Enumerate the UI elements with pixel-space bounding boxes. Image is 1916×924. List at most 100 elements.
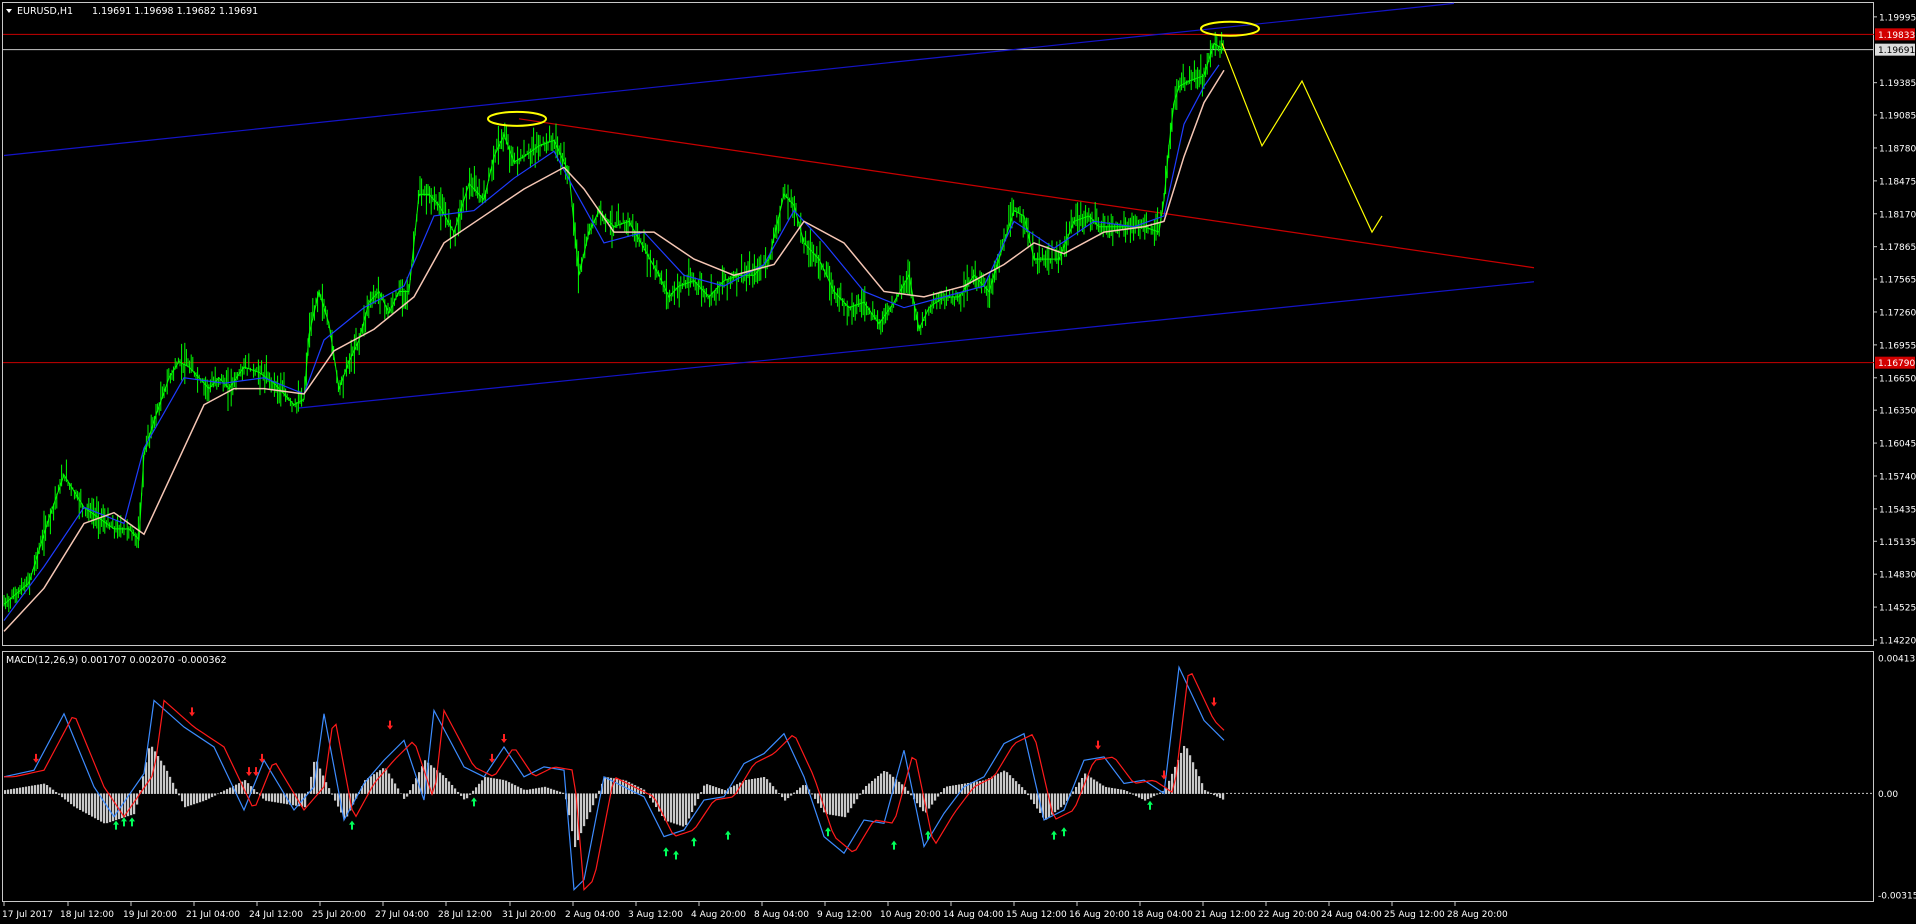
macd-histogram-bar	[451, 784, 454, 794]
macd-histogram-bar	[550, 788, 553, 794]
level-tag-label: 1.19691	[1878, 46, 1915, 56]
macd-histogram-bar	[814, 793, 817, 799]
price-tick-label: 1.16650	[1879, 374, 1916, 384]
macd-histogram-bar	[55, 791, 58, 794]
time-tick-label: 24 Aug 04:00	[1321, 910, 1382, 920]
macd-histogram-bar	[976, 781, 979, 794]
macd-histogram-bar	[22, 787, 25, 794]
macd-histogram-bar	[1204, 790, 1207, 794]
macd-histogram-bar	[766, 779, 769, 794]
price-tick-label: 1.14830	[1879, 571, 1916, 581]
macd-label: MACD(12,26,9) 0.001707 0.002070 -0.00036…	[6, 655, 227, 666]
macd-histogram-bar	[493, 778, 496, 794]
macd-histogram-bar	[715, 787, 718, 794]
macd-histogram-bar	[502, 779, 505, 794]
macd-histogram-bar	[1057, 793, 1060, 810]
macd-histogram-bar	[856, 793, 859, 800]
macd-histogram-bar	[748, 779, 751, 794]
macd-histogram-bar	[580, 793, 583, 834]
time-tick-label: 18 Aug 04:00	[1132, 910, 1193, 920]
macd-histogram-bar	[1072, 791, 1075, 794]
macd-histogram-bar	[760, 777, 763, 794]
macd-histogram-bar	[850, 793, 853, 809]
macd-histogram-bar	[706, 784, 709, 794]
macd-histogram-bar	[448, 781, 451, 794]
macd-histogram-bar	[754, 778, 757, 794]
macd-histogram-bar	[871, 780, 874, 794]
macd-histogram-bar	[406, 793, 409, 797]
time-tick-label: 27 Jul 04:00	[375, 910, 429, 920]
macd-histogram-bar	[733, 785, 736, 794]
macd-histogram-bar	[1024, 790, 1027, 794]
macd-histogram-bar	[1201, 783, 1204, 794]
macd-histogram-bar	[784, 793, 787, 801]
macd-histogram-bar	[166, 770, 169, 794]
macd-tick-label: -0.003151	[1878, 892, 1916, 902]
macd-histogram-bar	[991, 776, 994, 794]
macd-histogram-bar	[1030, 793, 1033, 800]
macd-histogram-bar	[793, 792, 796, 794]
price-tick-label: 1.19385	[1879, 79, 1916, 89]
macd-histogram-bar	[25, 786, 28, 794]
macd-histogram-bar	[1021, 787, 1024, 794]
time-tick-label: 21 Jul 04:00	[186, 910, 240, 920]
macd-histogram-bar	[1219, 793, 1222, 799]
macd-histogram-bar	[388, 773, 391, 794]
macd-histogram-bar	[730, 787, 733, 794]
macd-histogram-bar	[1198, 776, 1201, 794]
macd-histogram-bar	[946, 786, 949, 794]
time-tick-label: 25 Jul 20:00	[312, 910, 366, 920]
macd-histogram-bar	[928, 793, 931, 809]
macd-histogram-bar	[997, 773, 1000, 794]
macd-histogram-bar	[184, 793, 187, 808]
macd-histogram-bar	[412, 784, 415, 794]
macd-histogram-bar	[403, 793, 406, 799]
macd-histogram-bar	[1120, 789, 1123, 794]
macd-histogram-bar	[169, 776, 172, 794]
time-tick-label: 14 Aug 04:00	[943, 910, 1004, 920]
macd-histogram-bar	[1156, 793, 1159, 795]
time-tick-label: 2 Aug 04:00	[565, 910, 620, 920]
macd-histogram-bar	[1126, 791, 1129, 794]
macd-histogram-bar	[1102, 785, 1105, 794]
macd-histogram-bar	[196, 793, 199, 804]
macd-histogram-bar	[325, 782, 328, 794]
macd-histogram-bar	[61, 793, 64, 798]
macd-histogram-bar	[886, 771, 889, 794]
macd-histogram-bar	[7, 789, 10, 794]
macd-histogram-bar	[679, 793, 682, 826]
macd-histogram-bar	[1009, 775, 1012, 794]
macd-histogram-bar	[1003, 770, 1006, 794]
macd-histogram-bar	[868, 783, 871, 794]
macd-histogram-bar	[118, 793, 121, 820]
price-tick-label: 1.15740	[1879, 472, 1916, 482]
macd-histogram-bar	[1015, 781, 1018, 794]
macd-histogram-bar	[334, 793, 337, 801]
macd-histogram-bar	[604, 776, 607, 794]
macd-histogram-bar	[529, 789, 532, 794]
time-tick-label: 10 Aug 20:00	[880, 910, 941, 920]
level-tag-label: 1.16790	[1878, 359, 1915, 369]
macd-histogram-bar	[13, 788, 16, 794]
macd-histogram-bar	[478, 783, 481, 794]
macd-histogram-bar	[490, 777, 493, 794]
macd-histogram-bar	[226, 789, 229, 794]
macd-histogram-bar	[40, 784, 43, 794]
macd-histogram-bar	[709, 785, 712, 794]
macd-tick-label: 0.004137	[1878, 655, 1916, 665]
macd-histogram-bar	[1111, 787, 1114, 794]
macd-histogram-bar	[688, 793, 691, 819]
macd-histogram-bar	[175, 788, 178, 794]
macd-histogram-bar	[379, 770, 382, 794]
macd-histogram-bar	[496, 778, 499, 794]
time-tick-label: 17 Jul 2017	[2, 910, 53, 920]
time-tick-label: 8 Aug 04:00	[754, 910, 809, 920]
price-tick-label: 1.18170	[1879, 210, 1916, 220]
macd-histogram-bar	[481, 780, 484, 794]
macd-histogram-bar	[328, 788, 331, 794]
time-tick-label: 18 Jul 12:00	[60, 910, 114, 920]
macd-histogram-bar	[949, 785, 952, 794]
price-tick-label: 1.15435	[1879, 505, 1916, 515]
macd-histogram-bar	[484, 776, 487, 794]
time-tick-label: 25 Aug 12:00	[1384, 910, 1445, 920]
